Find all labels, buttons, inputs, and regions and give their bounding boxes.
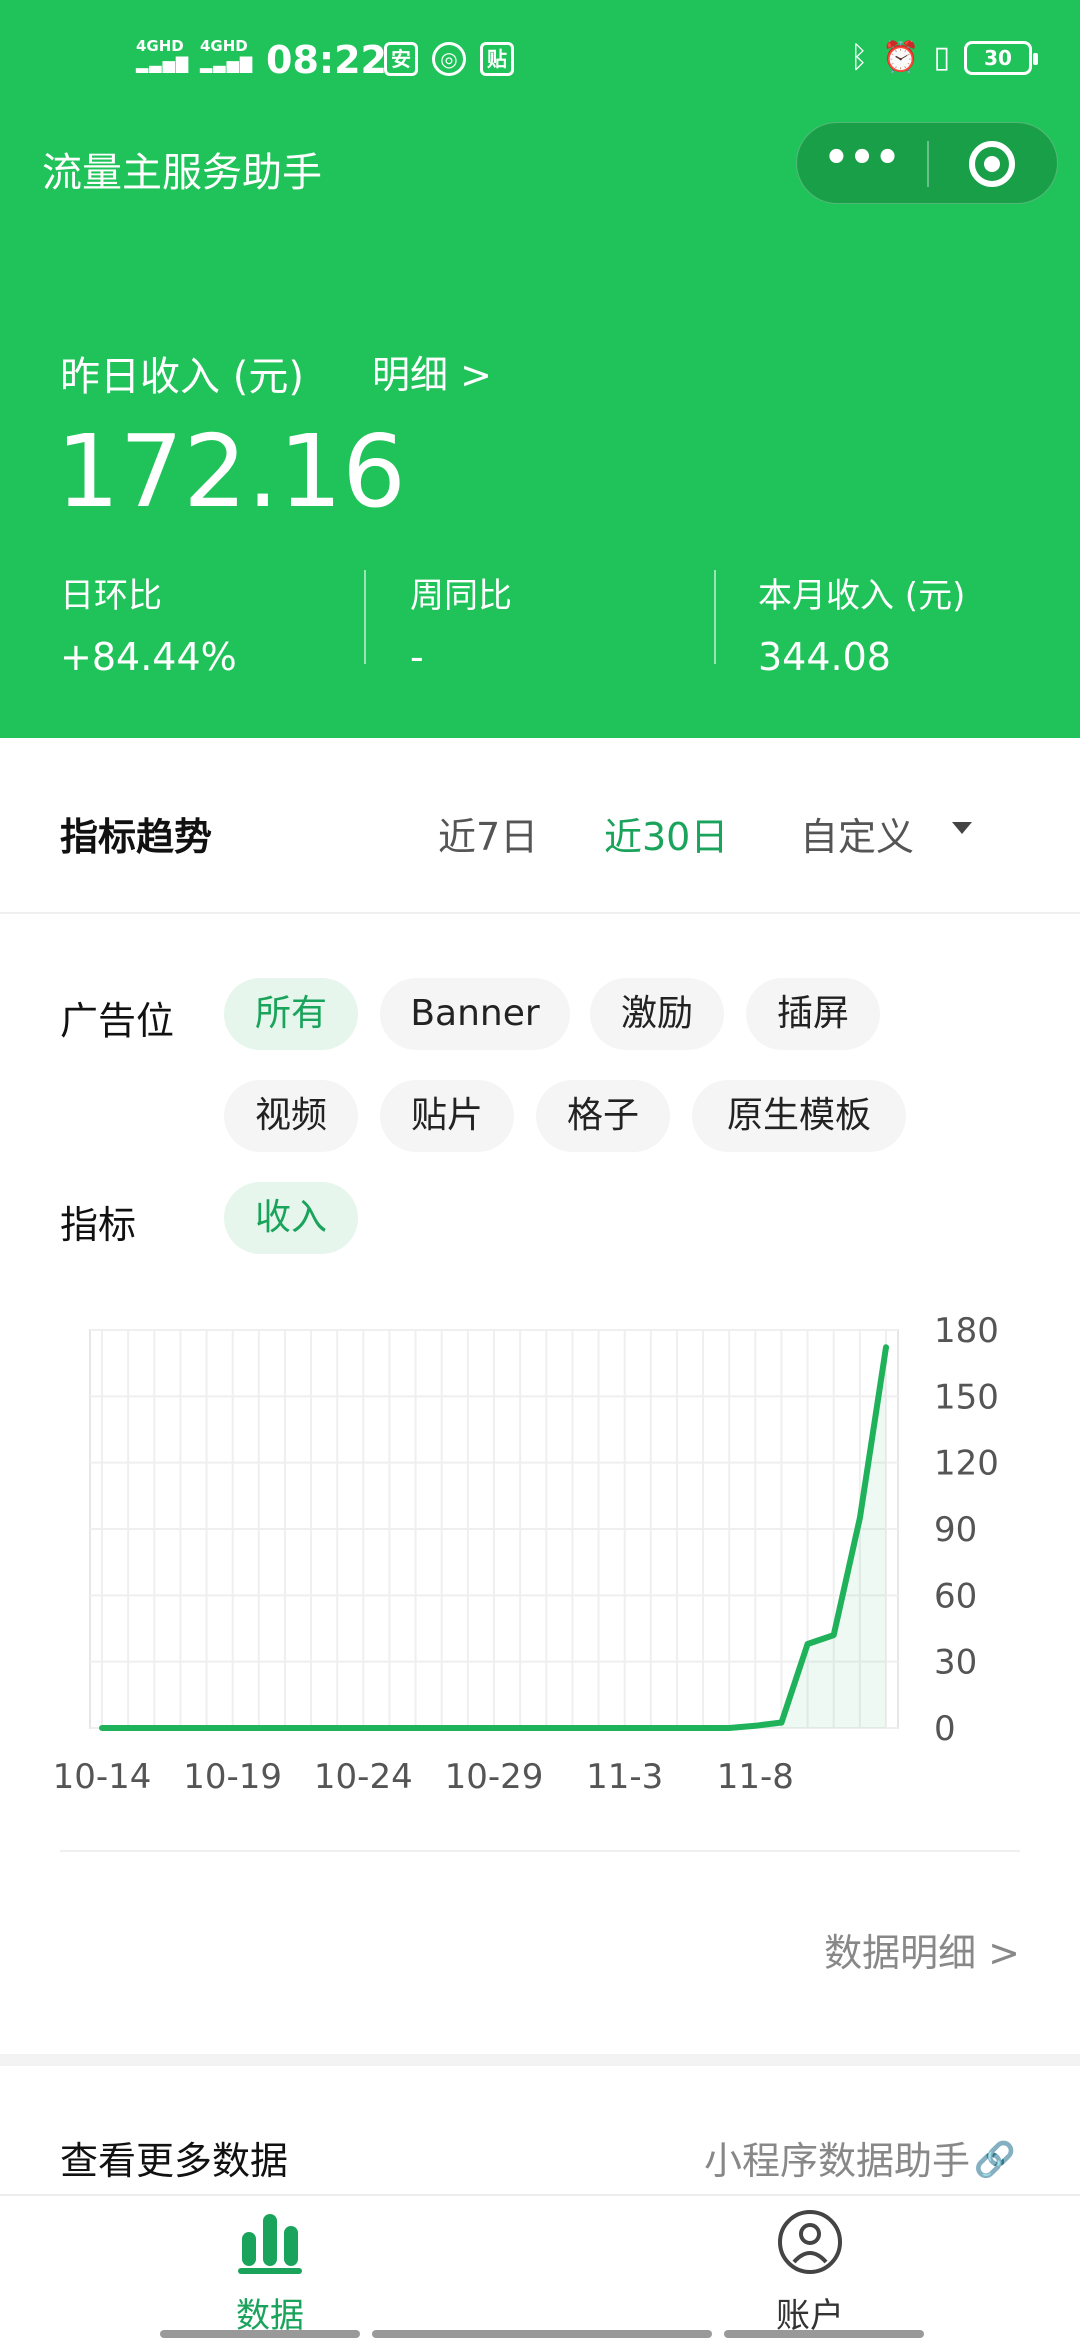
metric-chip-income[interactable]: 收入 (224, 1182, 358, 1254)
trend-title: 指标趋势 (60, 815, 213, 859)
app-title: 流量主服务助手 (42, 150, 322, 196)
ad-slot-label: 广告位 (60, 999, 175, 1043)
signal-bars-icon: ▂▃▅▇ (200, 54, 254, 73)
income-detail-link[interactable]: 明细 > (372, 344, 492, 399)
battery-icon: 30 (964, 40, 1038, 75)
metric-label: 指标 (60, 1203, 137, 1247)
yesterday-income-label: 昨日收入 (元) (60, 354, 304, 400)
x-tick-label: 10-29 (445, 1757, 544, 1797)
tab-account[interactable]: 账户 (710, 2196, 910, 2340)
y-tick-label: 60 (934, 1576, 977, 1616)
more-menu-button[interactable]: ••• (797, 123, 927, 205)
ad-slot-chip-native-template[interactable]: 原生模板 (692, 1080, 906, 1152)
network-indicator-2: 4GHD ▂▃▅▇ (200, 37, 254, 73)
y-tick-label: 30 (934, 1643, 977, 1683)
y-tick-label: 90 (934, 1510, 977, 1550)
ad-slot-chip-reward[interactable]: 激励 (590, 978, 724, 1050)
range-7-days[interactable]: 近7日 (438, 806, 538, 861)
section-divider (60, 1850, 1020, 1852)
ad-slot-chip-all[interactable]: 所有 (224, 978, 358, 1050)
bar-chart-icon (238, 2214, 302, 2274)
signal-bars-icon: ▂▃▅▇ (136, 54, 190, 73)
y-tick-label: 180 (934, 1311, 999, 1351)
vibrate-icon: ▯ (933, 40, 950, 75)
status-bar: 4GHD ▂▃▅▇ 4GHD ▂▃▅▇ 08:22 安 ◎ 贴 ᛒ ⏰ ▯ 30 (0, 30, 1080, 90)
app-notification-icon: 贴 (480, 42, 514, 76)
home-indicator (372, 2330, 712, 2338)
stat-divider (364, 570, 366, 664)
x-tick-label: 11-8 (717, 1757, 794, 1797)
range-30-days[interactable]: 近30日 (604, 806, 728, 861)
network-indicator-1: 4GHD ▂▃▅▇ (136, 37, 190, 73)
capsule-divider (927, 141, 929, 187)
ad-slot-chip-video[interactable]: 视频 (224, 1080, 358, 1152)
bluetooth-icon: ᛒ (850, 40, 869, 75)
more-data-title: 查看更多数据 (60, 2139, 289, 2183)
app-notification-icon: ◎ (432, 42, 466, 76)
stat-day-over-day: 日环比 +84.44% (60, 576, 237, 679)
y-tick-label: 150 (934, 1377, 999, 1417)
status-right-icons: ᛒ ⏰ ▯ 30 (850, 40, 1038, 75)
app-notification-icon: 安 (384, 42, 418, 76)
bottom-tab-bar: 数据 账户 (0, 2194, 1080, 2340)
stat-month-income: 本月收入 (元) 344.08 (758, 576, 966, 679)
y-tick-label: 0 (934, 1709, 956, 1749)
section-divider (0, 912, 1080, 914)
data-detail-link[interactable]: 数据明细 > (824, 1922, 1020, 1977)
miniprogram-capsule: ••• (796, 122, 1058, 204)
user-icon (778, 2210, 842, 2274)
stat-divider (714, 570, 716, 664)
x-tick-label: 11-3 (586, 1757, 663, 1797)
ad-slot-chip-banner[interactable]: Banner (380, 978, 570, 1050)
yesterday-income-value: 172.16 (56, 413, 406, 530)
mini-program-data-assistant-link[interactable]: 小程序数据助手 (704, 2130, 970, 2185)
header-banner: 4GHD ▂▃▅▇ 4GHD ▂▃▅▇ 08:22 安 ◎ 贴 ᛒ ⏰ ▯ 30… (0, 0, 1080, 738)
ad-slot-chip-grid[interactable]: 格子 (536, 1080, 670, 1152)
x-tick-label: 10-24 (314, 1757, 413, 1797)
tab-data[interactable]: 数据 (170, 2196, 370, 2340)
x-tick-label: 10-14 (53, 1757, 152, 1797)
alarm-icon: ⏰ (882, 40, 920, 75)
status-time: 08:22 (266, 38, 387, 82)
stat-week-over-week: 周同比 - (410, 576, 512, 679)
close-target-icon[interactable] (969, 141, 1015, 187)
dropdown-caret-icon[interactable] (952, 822, 972, 834)
home-indicator (160, 2330, 360, 2338)
ad-slot-chip-preroll[interactable]: 贴片 (380, 1080, 514, 1152)
y-tick-label: 120 (934, 1444, 999, 1484)
ad-slot-chip-interstitial[interactable]: 插屏 (746, 978, 880, 1050)
home-indicator (724, 2330, 924, 2338)
range-custom[interactable]: 自定义 (800, 806, 914, 861)
x-tick-label: 10-19 (183, 1757, 282, 1797)
link-icon[interactable]: 🔗 (974, 2140, 1016, 2180)
income-trend-chart: 0 30 60 90 120 150 180 10-14 10-19 10-24 10-29 11-3… (53, 1311, 999, 1797)
